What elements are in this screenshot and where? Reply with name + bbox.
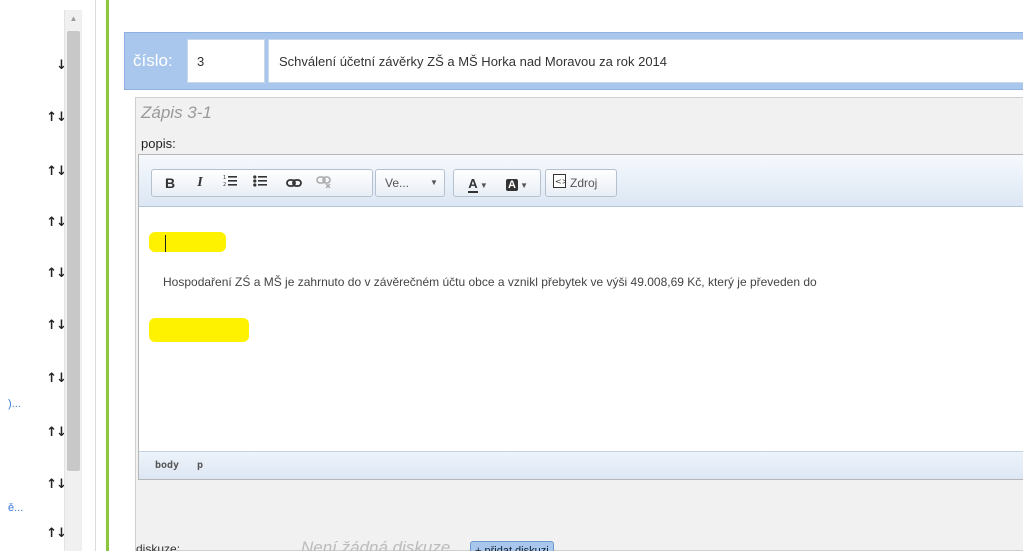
- diskuze-label: diskuze:: [136, 542, 181, 551]
- popis-label: popis:: [141, 136, 176, 151]
- move-up-down-arrows[interactable]: ↑↓: [26, 164, 67, 179]
- diskuze-empty-text: Není žádná diskuze: [301, 538, 451, 551]
- color-group: A ▼ A ▼: [453, 169, 541, 197]
- background-color-icon: A: [505, 179, 518, 191]
- move-up-down-arrows[interactable]: ↑↓: [26, 477, 67, 492]
- number-label: číslo:: [133, 51, 173, 70]
- move-up-down-arrows[interactable]: ↑↓: [26, 318, 67, 333]
- background-color-button[interactable]: A ▼: [498, 170, 536, 196]
- add-discussion-button[interactable]: + přidat diskuzi: [470, 541, 554, 551]
- source-label: Zdroj: [570, 176, 598, 190]
- reorder-column: ↓ ↑↓ ↑↓ ↑↓ ↑↓ ↑↓ ↑↓ ↑↓ ↑↓ ↑↓ )... ě...: [0, 0, 67, 551]
- section-rule: [106, 0, 109, 551]
- text-color-icon: A: [468, 176, 478, 193]
- move-up-down-arrows[interactable]: ↑↓: [26, 526, 67, 541]
- vertical-scrollbar[interactable]: ▲: [64, 10, 82, 551]
- chevron-down-icon: ▼: [430, 178, 438, 187]
- path-body[interactable]: body: [155, 460, 179, 471]
- zapis-panel: Zápis 3-1 popis: B I 12 Ve... ▼ A ▼ A ▼ …: [135, 97, 1023, 551]
- move-up-down-arrows[interactable]: ↑↓: [26, 110, 67, 125]
- unlink-icon[interactable]: [310, 170, 338, 196]
- element-path-bar: body p: [139, 451, 1023, 479]
- item-header: číslo: 3 Schválení účetní závěrky ZŠ a M…: [124, 32, 1023, 90]
- text-caret: [165, 235, 166, 252]
- bold-button[interactable]: B: [156, 170, 184, 196]
- source-button[interactable]: <> Zdroj: [545, 169, 617, 197]
- truncated-item-label[interactable]: )...: [8, 398, 21, 410]
- editor-paragraph[interactable]: Hospodaření ZŚ a MŠ je zahrnuto do v záv…: [163, 275, 817, 289]
- size-select-value: Ve...: [385, 176, 410, 190]
- rich-text-editor: B I 12 Ve... ▼ A ▼ A ▼ <> Zdroj Hospodař…: [138, 154, 1023, 480]
- svg-text:2: 2: [223, 182, 226, 188]
- scrollbar-thumb[interactable]: [67, 31, 80, 471]
- number-field[interactable]: 3: [187, 39, 265, 83]
- highlight-mark: [149, 232, 226, 252]
- format-group: B I 12: [151, 169, 373, 197]
- svg-text:<>: <>: [555, 177, 566, 186]
- svg-text:1: 1: [223, 175, 226, 181]
- editor-toolbar: B I 12 Ve... ▼ A ▼ A ▼ <> Zdroj: [139, 155, 1023, 207]
- editor-content[interactable]: Hospodaření ZŚ a MŠ je zahrnuto do v záv…: [139, 208, 1023, 450]
- move-up-down-arrows[interactable]: ↑↓: [26, 425, 67, 440]
- divider: [95, 0, 96, 551]
- truncated-item-label[interactable]: ě...: [8, 502, 23, 514]
- title-field[interactable]: Schválení účetní závěrky ZŠ a MŠ Horka n…: [268, 39, 1023, 83]
- highlight-mark: [149, 318, 249, 342]
- size-select[interactable]: Ve... ▼: [375, 169, 445, 197]
- numbered-list-icon[interactable]: 12: [216, 170, 244, 196]
- move-up-down-arrows[interactable]: ↑↓: [26, 215, 67, 230]
- link-icon[interactable]: [280, 170, 308, 196]
- move-down-arrows[interactable]: ↓: [26, 58, 67, 73]
- bulleted-list-icon[interactable]: [246, 170, 274, 196]
- scroll-up-icon[interactable]: ▲: [65, 10, 82, 27]
- text-color-button[interactable]: A ▼: [460, 170, 496, 196]
- move-up-down-arrows[interactable]: ↑↓: [26, 266, 67, 281]
- path-p[interactable]: p: [197, 460, 203, 471]
- source-icon: <>: [550, 170, 568, 196]
- move-up-down-arrows[interactable]: ↑↓: [26, 371, 67, 386]
- italic-button[interactable]: I: [186, 170, 214, 196]
- zapis-title: Zápis 3-1: [141, 103, 212, 122]
